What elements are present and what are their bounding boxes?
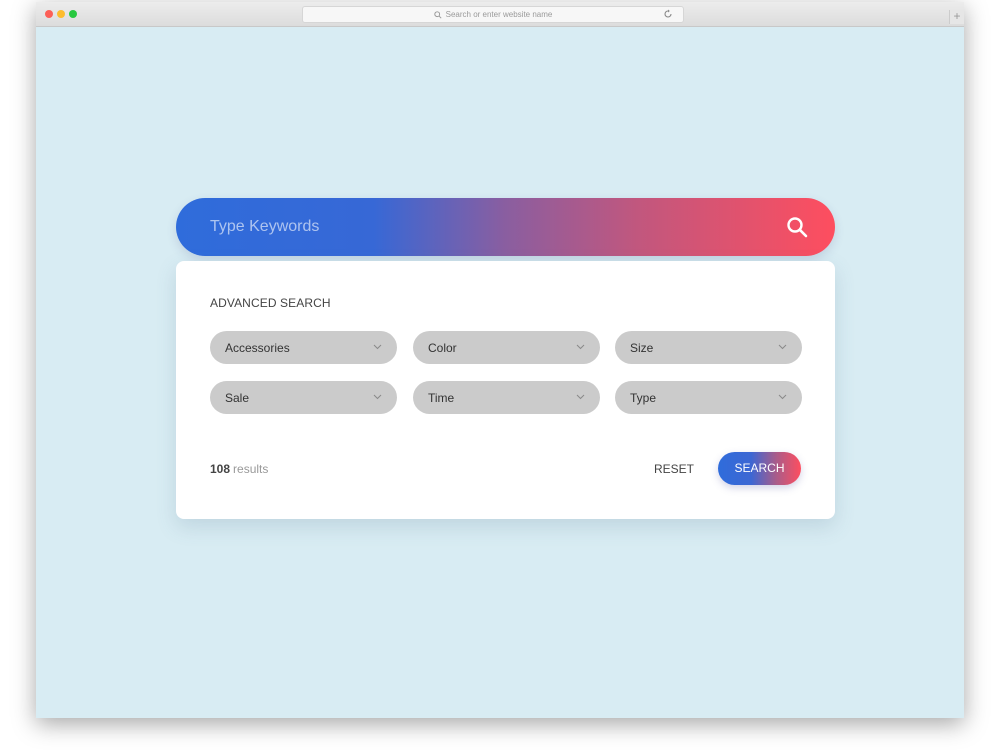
results-count: 108 results xyxy=(210,462,268,476)
filter-label: Type xyxy=(630,391,657,405)
filter-label: Accessories xyxy=(225,341,290,355)
browser-titlebar: Search or enter website name + xyxy=(36,2,964,27)
search-icon xyxy=(433,10,442,19)
close-window-button[interactable] xyxy=(45,10,53,18)
keyword-input[interactable]: Type Keywords xyxy=(210,218,319,236)
filter-accessories-dropdown[interactable]: Accessories xyxy=(210,331,397,364)
address-bar[interactable]: Search or enter website name xyxy=(302,6,684,23)
chevron-down-icon xyxy=(373,394,382,400)
advanced-search-title: ADVANCED SEARCH xyxy=(210,296,331,310)
maximize-window-button[interactable] xyxy=(69,10,77,18)
filter-type-dropdown[interactable]: Type xyxy=(615,381,802,414)
filter-label: Color xyxy=(428,341,457,355)
browser-window: Search or enter website name + Type Keyw… xyxy=(36,2,964,718)
filter-size-dropdown[interactable]: Size xyxy=(615,331,802,364)
minimize-window-button[interactable] xyxy=(57,10,65,18)
filter-label: Sale xyxy=(225,391,250,405)
filter-color-dropdown[interactable]: Color xyxy=(413,331,600,364)
chevron-down-icon xyxy=(778,344,787,350)
advanced-search-panel: ADVANCED SEARCH Accessories Color Size S… xyxy=(176,261,835,519)
address-placeholder: Search or enter website name xyxy=(445,10,553,19)
new-tab-button[interactable]: + xyxy=(949,10,964,24)
search-button[interactable]: SEARCH xyxy=(718,452,801,485)
search-icon[interactable] xyxy=(786,216,808,238)
results-word: results xyxy=(233,462,269,476)
keyword-search-bar[interactable]: Type Keywords xyxy=(176,198,835,256)
reset-button[interactable]: RESET xyxy=(654,462,694,476)
chevron-down-icon xyxy=(576,394,585,400)
filter-label: Time xyxy=(428,391,455,405)
reload-icon[interactable] xyxy=(663,9,673,19)
chevron-down-icon xyxy=(576,344,585,350)
results-number: 108 xyxy=(210,462,231,476)
chevron-down-icon xyxy=(373,344,382,350)
chevron-down-icon xyxy=(778,394,787,400)
filter-sale-dropdown[interactable]: Sale xyxy=(210,381,397,414)
filter-label: Size xyxy=(630,341,654,355)
filter-time-dropdown[interactable]: Time xyxy=(413,381,600,414)
